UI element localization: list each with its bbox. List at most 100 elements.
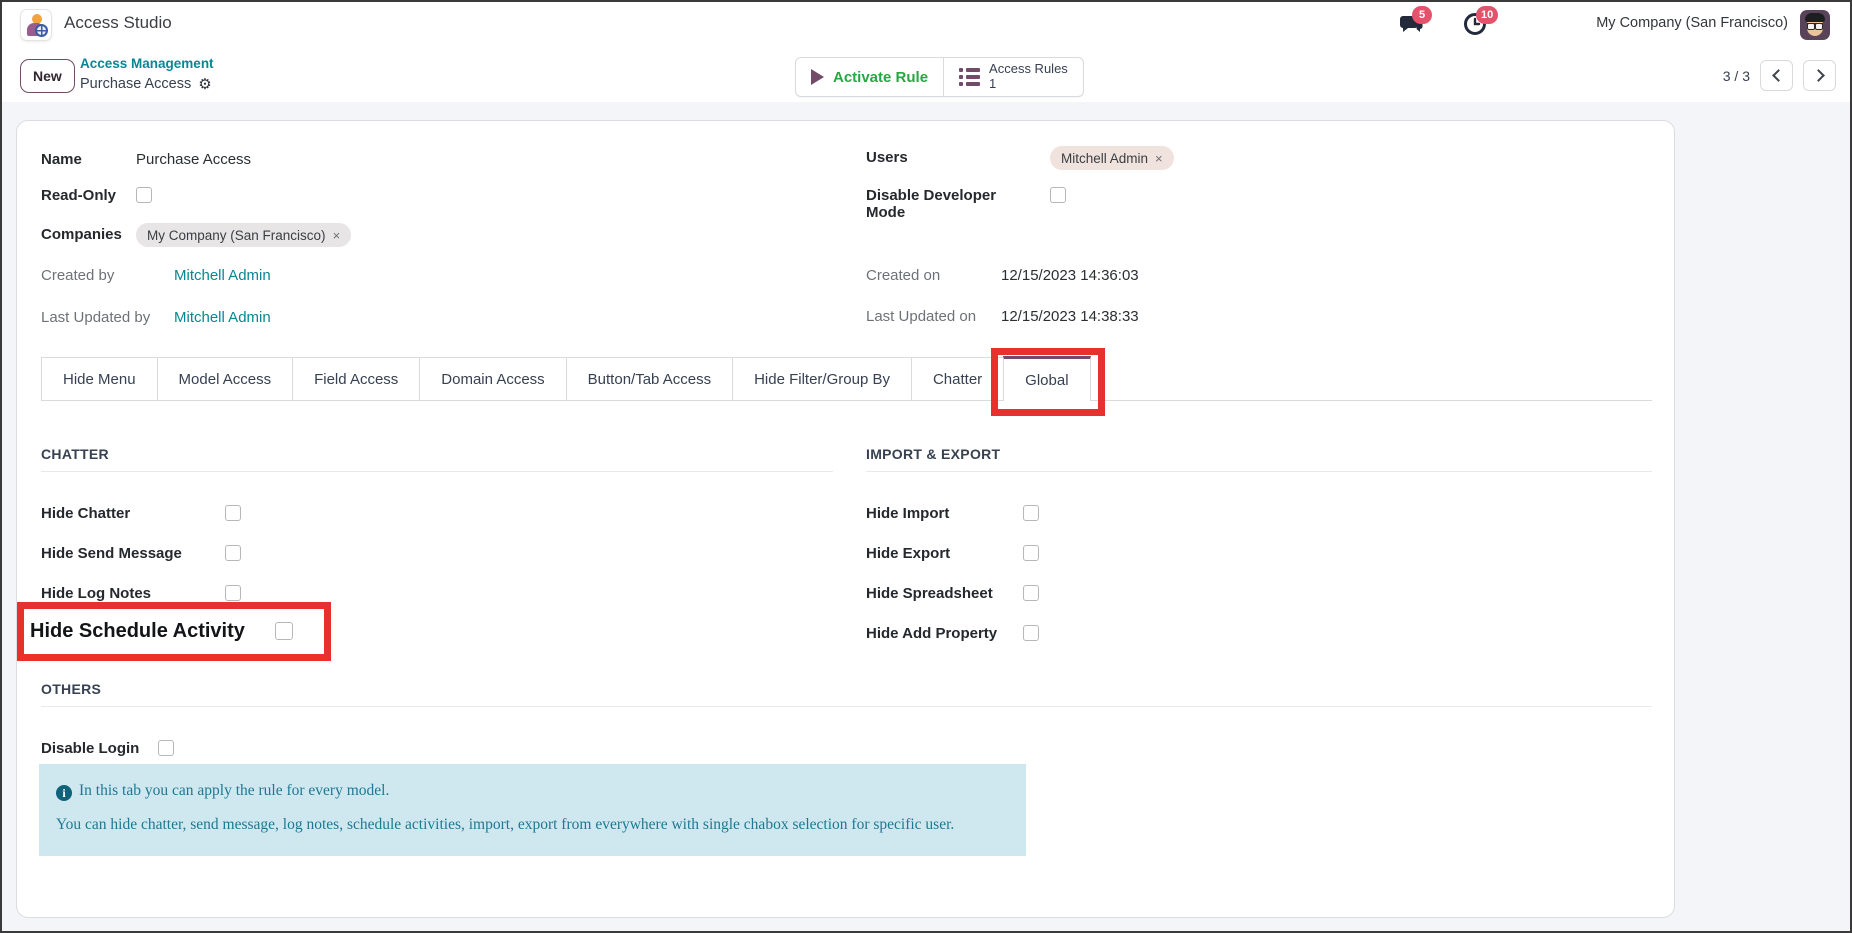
import-export-rows: Hide Import Hide Export Hide Spreadsheet…	[866, 493, 1039, 653]
info-alert: i In this tab you can apply the rule for …	[39, 764, 1026, 856]
hide-send-message-checkbox[interactable]	[225, 545, 241, 561]
notebook-tabs: Hide Menu Model Access Field Access Doma…	[41, 357, 1652, 401]
created-on-label: Created on	[866, 267, 1001, 284]
tab-global[interactable]: Global	[1003, 356, 1090, 401]
field-row-created-by: Created by Mitchell Admin	[41, 267, 271, 284]
tab-hide-menu[interactable]: Hide Menu	[41, 357, 157, 400]
messages-icon[interactable]: 5	[1398, 10, 1424, 36]
hide-log-notes-checkbox[interactable]	[225, 585, 241, 601]
tag-remove-icon[interactable]: ×	[1155, 151, 1163, 166]
tab-model-access[interactable]: Model Access	[157, 357, 293, 400]
disable-dev-label: Disable Developer Mode	[866, 187, 1016, 221]
tab-chatter[interactable]: Chatter	[911, 357, 1003, 400]
disable-dev-checkbox[interactable]	[1050, 187, 1066, 203]
created-by-label: Created by	[41, 267, 174, 284]
app-logo-icon[interactable]	[20, 9, 52, 41]
field-row-readonly: Read-Only	[41, 187, 152, 204]
companies-tag[interactable]: My Company (San Francisco) ×	[136, 223, 351, 247]
last-updated-on-value: 12/15/2023 14:38:33	[1001, 308, 1139, 325]
chatter-rows: Hide Chatter Hide Send Message Hide Log …	[41, 493, 241, 613]
last-updated-by-link[interactable]: Mitchell Admin	[174, 309, 271, 326]
tab-hide-filter-group-by[interactable]: Hide Filter/Group By	[732, 357, 911, 400]
tab-field-access[interactable]: Field Access	[292, 357, 419, 400]
disable-login-label: Disable Login	[41, 740, 158, 757]
user-avatar[interactable]	[1800, 10, 1830, 40]
hide-add-property-checkbox[interactable]	[1023, 625, 1039, 641]
last-updated-by-label: Last Updated by	[41, 309, 174, 326]
info-line-1: In this tab you can apply the rule for e…	[79, 782, 389, 799]
readonly-checkbox[interactable]	[136, 187, 152, 203]
created-on-value: 12/15/2023 14:36:03	[1001, 267, 1139, 284]
new-button[interactable]: New	[20, 59, 75, 93]
hide-schedule-activity-label: Hide Schedule Activity	[30, 620, 275, 643]
disable-login-checkbox[interactable]	[158, 740, 174, 756]
row-hide-spreadsheet: Hide Spreadsheet	[866, 573, 1039, 613]
logo-globe-icon	[35, 24, 48, 37]
app-title: Access Studio	[64, 13, 172, 33]
hide-import-checkbox[interactable]	[1023, 505, 1039, 521]
row-hide-send-message: Hide Send Message	[41, 533, 241, 573]
users-label: Users	[866, 146, 1050, 166]
tag-remove-icon[interactable]: ×	[333, 228, 341, 243]
created-by-link[interactable]: Mitchell Admin	[174, 267, 271, 284]
avatar-hair	[1805, 13, 1825, 22]
row-hide-schedule-activity: Hide Schedule Activity	[30, 610, 293, 652]
field-row-last-updated-by: Last Updated by Mitchell Admin	[41, 309, 271, 326]
app-window: Access Studio 5 10 My Company (San Franc…	[0, 0, 1852, 933]
name-label: Name	[41, 151, 136, 168]
chevron-right-icon	[1812, 69, 1825, 82]
chatter-section-title: CHATTER	[41, 446, 833, 472]
pager-previous-button[interactable]	[1760, 60, 1793, 91]
import-export-section-title: IMPORT & EXPORT	[866, 446, 1652, 472]
page-background: Name Purchase Access Read-Only Companies…	[2, 102, 1850, 933]
hide-send-message-label: Hide Send Message	[41, 545, 225, 562]
hide-export-label: Hide Export	[866, 545, 1023, 562]
row-hide-log-notes: Hide Log Notes	[41, 573, 241, 613]
chevron-left-icon	[1772, 69, 1785, 82]
avatar-glasses	[1807, 23, 1823, 28]
action-button-group: Activate Rule Access Rules 1	[795, 57, 1084, 97]
row-hide-chatter: Hide Chatter	[41, 493, 241, 533]
breadcrumb-current: Purchase Access	[80, 74, 191, 95]
hide-export-checkbox[interactable]	[1023, 545, 1039, 561]
hide-import-label: Hide Import	[866, 505, 1023, 522]
pager: 3 / 3	[1723, 60, 1836, 91]
pager-next-button[interactable]	[1803, 60, 1836, 91]
breadcrumb: Access Management Purchase Access ⚙	[80, 54, 214, 95]
readonly-label: Read-Only	[41, 187, 136, 204]
field-row-name: Name Purchase Access	[41, 151, 251, 168]
access-rules-count: 1	[989, 77, 1068, 92]
field-row-users: Users Mitchell Admin ×	[866, 146, 1174, 170]
activate-rule-button[interactable]: Activate Rule	[796, 58, 943, 96]
hide-add-property-label: Hide Add Property	[866, 625, 1023, 642]
name-input[interactable]: Purchase Access	[136, 151, 251, 168]
hide-chatter-checkbox[interactable]	[225, 505, 241, 521]
row-disable-login: Disable Login	[41, 728, 174, 768]
hide-spreadsheet-checkbox[interactable]	[1023, 585, 1039, 601]
hide-log-notes-label: Hide Log Notes	[41, 585, 225, 602]
breadcrumb-parent-link[interactable]: Access Management	[80, 54, 214, 74]
company-switcher[interactable]: My Company (San Francisco)	[1596, 15, 1788, 31]
gear-icon[interactable]: ⚙	[198, 77, 211, 92]
field-row-disable-dev-mode: Disable Developer Mode	[866, 187, 1066, 221]
list-icon	[959, 68, 980, 86]
field-row-created-on: Created on 12/15/2023 14:36:03	[866, 267, 1139, 284]
row-hide-export: Hide Export	[866, 533, 1039, 573]
info-icon: i	[56, 785, 72, 801]
control-panel: New Access Management Purchase Access ⚙ …	[2, 48, 1850, 102]
activities-icon[interactable]: 10	[1462, 10, 1488, 36]
play-icon	[811, 69, 824, 85]
hide-spreadsheet-label: Hide Spreadsheet	[866, 585, 1023, 602]
users-tag[interactable]: Mitchell Admin ×	[1050, 146, 1174, 170]
access-rules-button[interactable]: Access Rules 1	[943, 58, 1083, 96]
hide-chatter-label: Hide Chatter	[41, 505, 225, 522]
info-line-2: You can hide chatter, send message, log …	[56, 808, 958, 842]
tab-domain-access[interactable]: Domain Access	[419, 357, 565, 400]
hide-schedule-activity-checkbox[interactable]	[275, 622, 293, 640]
pager-counter: 3 / 3	[1723, 68, 1750, 84]
tab-button-tab-access[interactable]: Button/Tab Access	[566, 357, 732, 400]
row-hide-import: Hide Import	[866, 493, 1039, 533]
last-updated-on-label: Last Updated on	[866, 308, 1001, 325]
field-row-last-updated-on: Last Updated on 12/15/2023 14:38:33	[866, 308, 1139, 325]
form-sheet: Name Purchase Access Read-Only Companies…	[16, 120, 1675, 918]
